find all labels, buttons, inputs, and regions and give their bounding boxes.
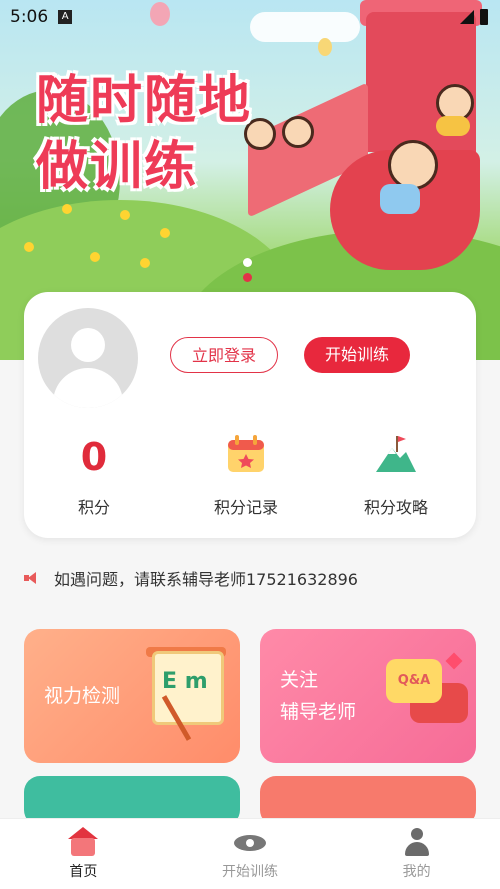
avatar-shoulder (53, 368, 123, 408)
follow-label: 关注 (280, 669, 319, 691)
teacher-label: 辅导老师 (280, 701, 357, 723)
status-bar: 5:06 A (0, 0, 500, 34)
speaker-icon (24, 572, 40, 584)
points-label: 积分 (77, 498, 110, 517)
notification-icon: A (58, 10, 73, 24)
qa-bubble-icon: Q&A (386, 659, 442, 703)
user-card: 立即登录 开始训练 0 积分 积分记录 积分攻略 (24, 292, 476, 538)
notice-bar[interactable]: 如遇问题，请联系辅导老师17521632896 (24, 566, 358, 590)
battery-icon (480, 9, 488, 25)
points-record-label: 积分记录 (213, 498, 278, 517)
eye-chart-letters-icon: E m (162, 669, 208, 694)
bunny-child-illustration (388, 140, 438, 190)
banner-title-line2: 做训练 (36, 137, 199, 197)
signal-icon (460, 10, 474, 24)
carousel-dot-active (243, 273, 252, 282)
eye-test-label: 视力检测 (44, 685, 121, 707)
balloon-decoration (318, 38, 332, 56)
calendar-icon (228, 435, 264, 472)
tab-start-training-label: 开始训练 (222, 864, 278, 880)
tab-home-label: 首页 (69, 864, 98, 880)
start-training-button[interactable]: 开始训练 (304, 337, 410, 373)
carousel-indicator (243, 258, 252, 282)
mountain-icon-wrap (326, 432, 466, 482)
points-record-stat[interactable]: 积分记录 (176, 432, 316, 518)
points-value: 0 (80, 435, 108, 479)
home-icon (67, 827, 99, 857)
eye-icon (234, 827, 266, 857)
tab-bar: 首页 开始训练 我的 (0, 818, 500, 889)
follow-teacher-tile[interactable]: 关注 辅导老师 Q&A (260, 629, 476, 763)
tab-home[interactable]: 首页 (0, 819, 167, 889)
tab-start-training[interactable]: 开始训练 (167, 819, 334, 889)
avatar-head (71, 328, 105, 362)
notice-text: 如遇问题，请联系辅导老师17521632896 (54, 570, 358, 589)
points-guide-label: 积分攻略 (363, 498, 428, 517)
eye-test-tile[interactable]: 视力检测 E m (24, 629, 240, 763)
child-illustration (436, 116, 470, 136)
tab-mine[interactable]: 我的 (333, 819, 500, 889)
carousel-dot (243, 258, 252, 267)
points-stat[interactable]: 0 积分 (24, 432, 164, 518)
login-button[interactable]: 立即登录 (170, 337, 278, 373)
status-time: 5:06 (10, 7, 49, 27)
tab-mine-label: 我的 (402, 864, 431, 880)
calendar-icon-wrap (176, 432, 316, 482)
mountain-flag-icon (376, 436, 416, 472)
banner-title-line1: 随时随地 (36, 71, 253, 131)
heart-icon (445, 652, 463, 670)
user-icon (401, 827, 433, 857)
bunny-child-illustration (380, 184, 420, 214)
avatar[interactable] (38, 308, 138, 408)
points-guide-stat[interactable]: 积分攻略 (326, 432, 466, 518)
flowers-decoration (0, 200, 230, 290)
child-illustration (282, 116, 314, 148)
